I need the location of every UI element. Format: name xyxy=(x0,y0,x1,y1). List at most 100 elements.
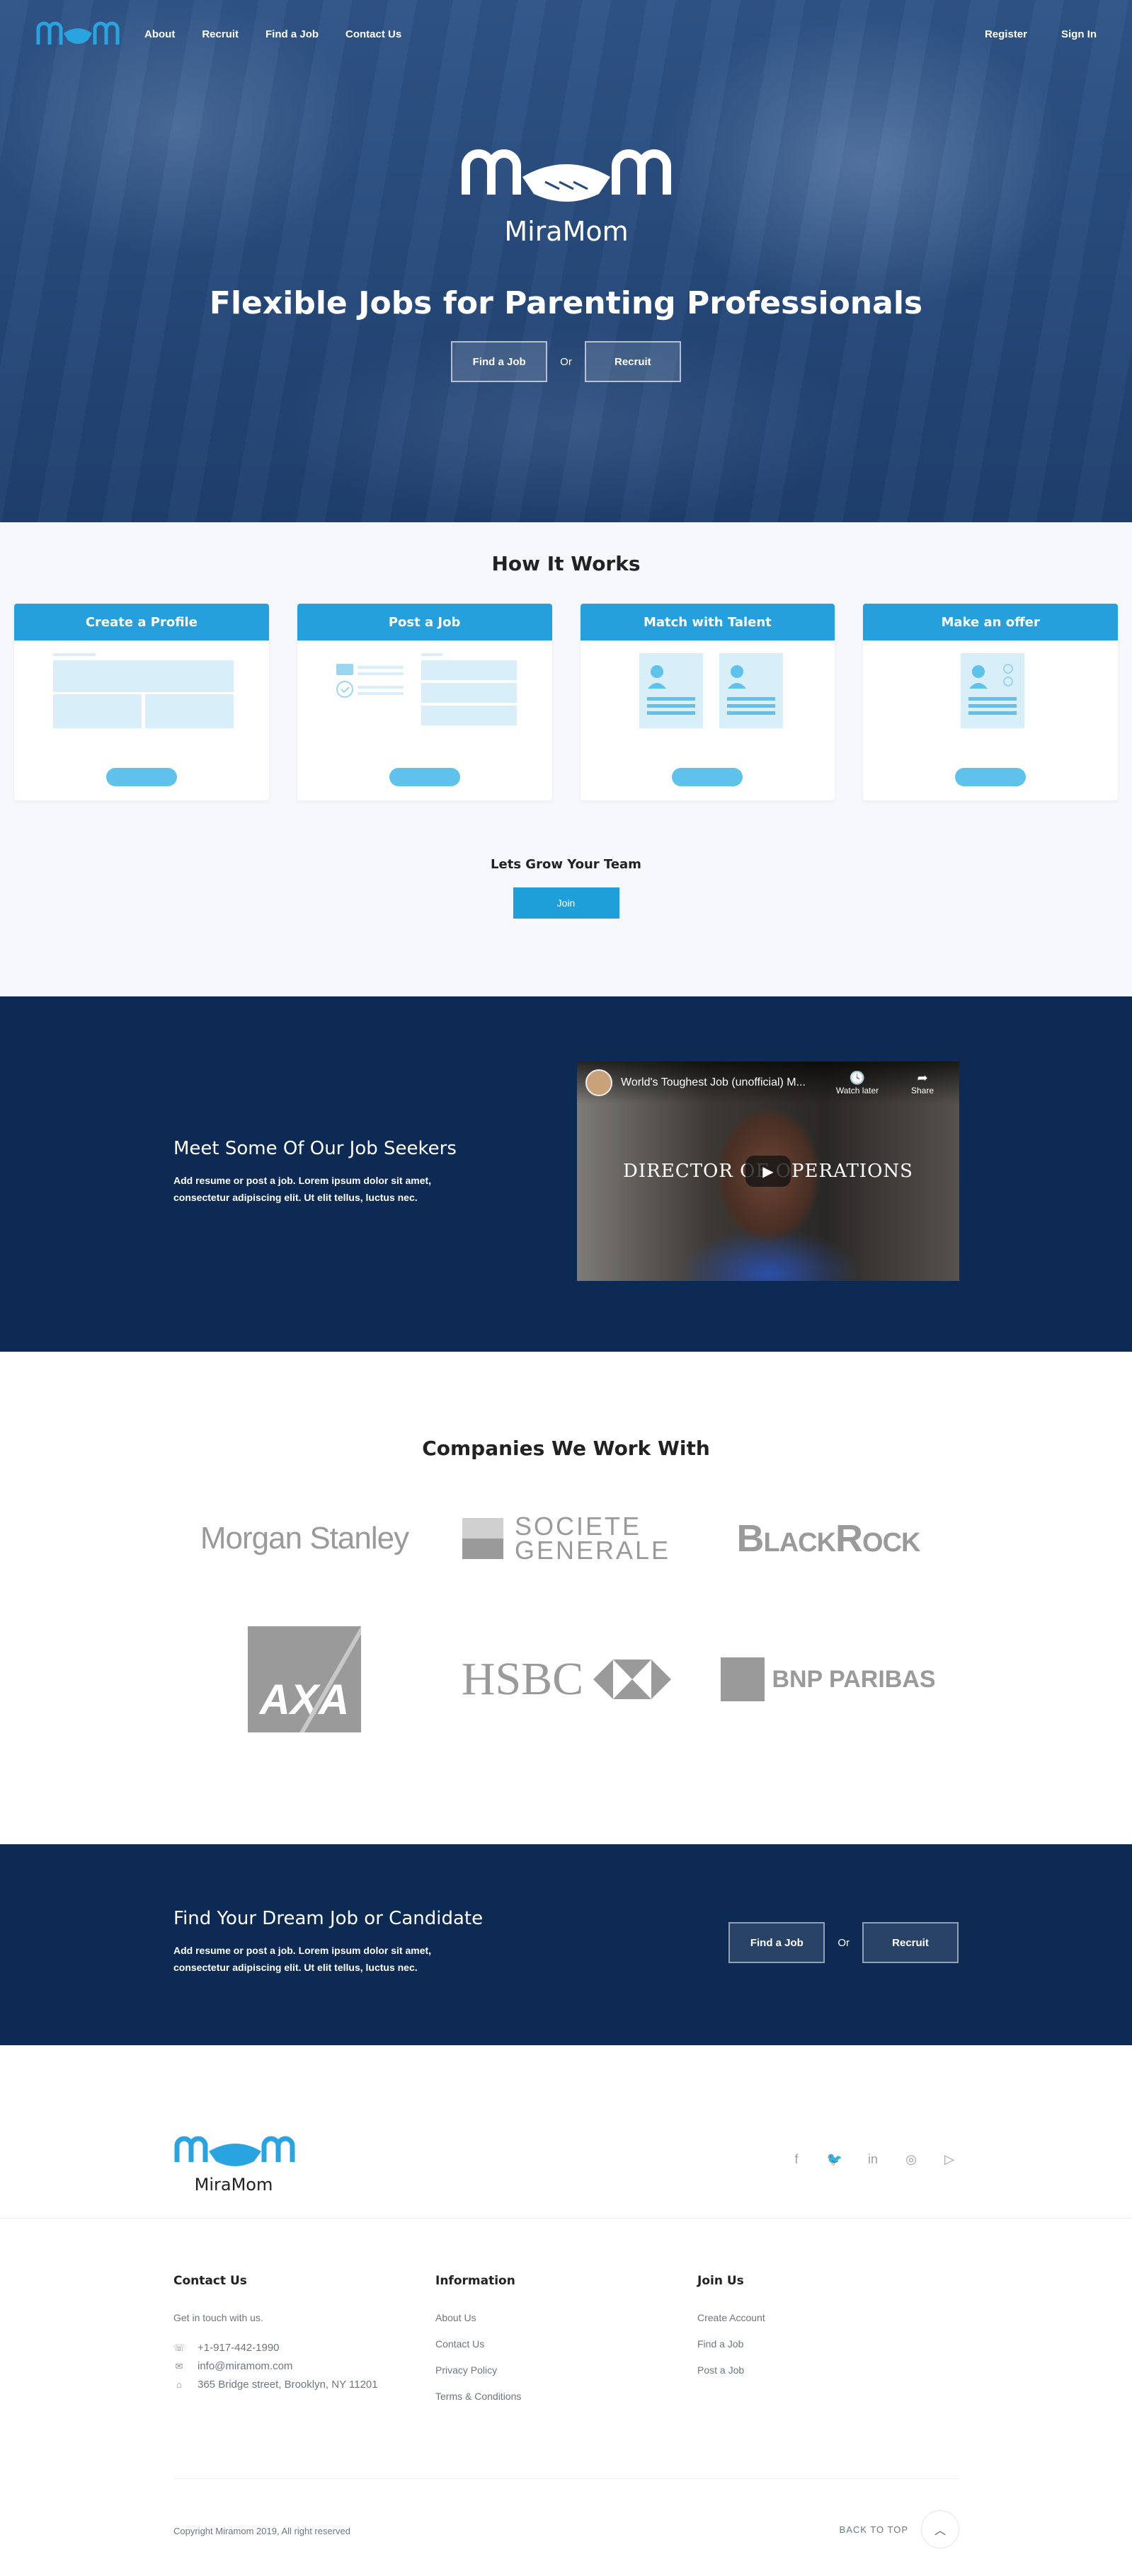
hero-find-job-button[interactable]: Find a Job xyxy=(451,341,548,382)
nav-link-contact-us[interactable]: Contact Us xyxy=(345,28,401,40)
job-seekers-section: Meet Some Of Our Job Seekers Add resume … xyxy=(0,996,1132,1352)
mail-icon: ✉ xyxy=(175,2360,183,2371)
join-button[interactable]: Join xyxy=(513,887,619,919)
company-logos: Morgan Stanley SOCIETE GENERALE BlackRoc… xyxy=(173,1514,959,1732)
footer-email[interactable]: ✉ info@miramom.com xyxy=(173,2360,435,2372)
page: About Recruit Find a Job Contact Us Regi… xyxy=(0,0,1132,2576)
miramom-logo-icon[interactable] xyxy=(35,16,120,52)
video-title[interactable]: World's Toughest Job (unofficial) M... xyxy=(621,1076,821,1089)
bnp-paribas-wordmark: BNP PARIBAS xyxy=(772,1665,936,1693)
grow-team-title: Lets Grow Your Team xyxy=(491,857,641,872)
instagram-icon[interactable]: ◎ xyxy=(902,2150,920,2168)
hsbc-logo: HSBC xyxy=(462,1652,672,1706)
candidate-profiles-illustration-icon xyxy=(639,653,783,728)
axa-logo: AXA xyxy=(248,1626,361,1732)
hero-buttons: Find a Job Or Recruit xyxy=(0,341,1132,382)
miramom-hero-logo-icon: MiraMom xyxy=(461,149,671,247)
step-card-pill xyxy=(955,768,1027,786)
share-button[interactable]: ➦ Share xyxy=(894,1071,951,1096)
footer-contact-subtitle: Get in touch with us. xyxy=(173,2312,263,2323)
footer-phone[interactable]: ☏ +1-917-442-1990 xyxy=(173,2342,435,2354)
footer-columns: Contact Us Get in touch with us. ☏ +1-91… xyxy=(173,2274,959,2417)
societe-generale-logo: SOCIETE GENERALE xyxy=(462,1514,670,1563)
how-it-works-section: How It Works Create a Profile Post a Job xyxy=(0,522,1132,996)
dream-job-description: Add resume or post a job. Lorem ipsum do… xyxy=(173,1945,432,1973)
watch-later-label: Watch later xyxy=(835,1085,879,1096)
copyright-text: Copyright Miramom 2019, All right reserv… xyxy=(173,2526,350,2536)
video-header: World's Toughest Job (unofficial) M... 🕓… xyxy=(577,1062,959,1104)
morgan-stanley-logo: Morgan Stanley xyxy=(200,1521,409,1556)
youtube-icon[interactable]: ▷ xyxy=(940,2150,959,2168)
step-card-title: Create a Profile xyxy=(14,604,269,640)
twitter-icon[interactable]: 🐦 xyxy=(825,2150,844,2168)
chevron-up-icon[interactable]: ︿ xyxy=(921,2510,959,2548)
offer-profile-illustration-icon xyxy=(961,653,1025,728)
dream-or-text: Or xyxy=(837,1936,850,1949)
step-card-pill xyxy=(672,768,743,786)
steps-cards: Create a Profile Post a Job Match with T… xyxy=(0,604,1132,800)
footer-join-column: Join Us Create Account Find a Job Post a… xyxy=(697,2274,959,2417)
hero-or-text: Or xyxy=(560,355,572,368)
facebook-icon[interactable]: f xyxy=(787,2150,806,2168)
footer-information-column: Information About Us Contact Us Privacy … xyxy=(435,2274,697,2417)
dream-find-job-button[interactable]: Find a Job xyxy=(728,1922,825,1963)
step-card-pill xyxy=(389,768,460,786)
linkedin-icon[interactable]: in xyxy=(864,2150,882,2168)
companies-section: Companies We Work With Morgan Stanley SO… xyxy=(0,1352,1132,1844)
footer-link-post-job[interactable]: Post a Job xyxy=(697,2364,959,2376)
bnp-paribas-logo: BNP PARIBAS xyxy=(721,1657,936,1701)
footer: MiraMom f 🐦 in ◎ ▷ Contact Us Get in tou… xyxy=(0,2045,1132,2548)
societe-generale-line1: SOCIETE xyxy=(514,1512,641,1541)
register-link[interactable]: Register xyxy=(985,28,1027,40)
watch-later-button[interactable]: 🕓 Watch later xyxy=(829,1071,886,1096)
footer-link-find-job[interactable]: Find a Job xyxy=(697,2338,959,2350)
step-card-title: Match with Talent xyxy=(580,604,835,640)
hero-brand-name: MiraMom xyxy=(504,216,628,247)
sign-in-link[interactable]: Sign In xyxy=(1061,28,1097,40)
clock-icon: 🕓 xyxy=(849,1070,866,1085)
step-card-title: Make an offer xyxy=(863,604,1118,640)
step-card-title: Post a Job xyxy=(297,604,552,640)
societe-generale-line2: GENERALE xyxy=(514,1536,671,1565)
step-card-post-job[interactable]: Post a Job xyxy=(297,604,552,800)
hsbc-hexagon-icon xyxy=(593,1660,672,1699)
hero-title: Flexible Jobs for Parenting Professional… xyxy=(209,285,923,321)
back-to-top[interactable]: BACK TO TOP ︿ xyxy=(840,2510,959,2548)
footer-link-create-account[interactable]: Create Account xyxy=(697,2312,959,2323)
blackrock-logo: BlackRock xyxy=(736,1517,921,1560)
companies-title: Companies We Work With xyxy=(422,1437,710,1460)
hero-recruit-button[interactable]: Recruit xyxy=(584,341,681,382)
bnp-stars-icon xyxy=(721,1657,765,1701)
job-seekers-description: Add resume or post a job. Lorem ipsum do… xyxy=(173,1175,432,1203)
footer-link-contact-us[interactable]: Contact Us xyxy=(435,2338,697,2350)
footer-link-terms[interactable]: Terms & Conditions xyxy=(435,2391,697,2402)
back-to-top-label[interactable]: BACK TO TOP xyxy=(840,2524,908,2535)
nav-link-find-a-job[interactable]: Find a Job xyxy=(265,28,319,40)
dream-recruit-button[interactable]: Recruit xyxy=(862,1922,959,1963)
hero-section: About Recruit Find a Job Contact Us Regi… xyxy=(0,0,1132,522)
top-nav: About Recruit Find a Job Contact Us Regi… xyxy=(0,0,1132,68)
channel-avatar[interactable] xyxy=(585,1069,612,1096)
nav-link-about[interactable]: About xyxy=(144,28,175,40)
step-card-match-talent[interactable]: Match with Talent xyxy=(580,604,835,800)
footer-information-title: Information xyxy=(435,2274,515,2288)
footer-miramom-logo-icon[interactable]: MiraMom xyxy=(173,2130,297,2197)
nav-links: About Recruit Find a Job Contact Us xyxy=(144,28,401,40)
social-links: f 🐦 in ◎ ▷ xyxy=(787,2150,959,2168)
dream-job-text: Find Your Dream Job or Candidate Add res… xyxy=(173,1908,485,1976)
footer-contact-column: Contact Us Get in touch with us. ☏ +1-91… xyxy=(173,2274,435,2417)
phone-icon: ☏ xyxy=(173,2342,185,2353)
job-post-illustration-icon xyxy=(336,653,517,725)
how-it-works-title: How It Works xyxy=(491,552,641,575)
footer-link-privacy-policy[interactable]: Privacy Policy xyxy=(435,2364,697,2376)
footer-link-about-us[interactable]: About Us xyxy=(435,2312,697,2323)
dream-job-section: Find Your Dream Job or Candidate Add res… xyxy=(0,1844,1132,2045)
nav-link-recruit[interactable]: Recruit xyxy=(202,28,239,40)
step-card-create-profile[interactable]: Create a Profile xyxy=(14,604,269,800)
step-card-pill xyxy=(105,768,177,786)
step-card-make-offer[interactable]: Make an offer xyxy=(863,604,1118,800)
play-button-icon[interactable]: ▶ xyxy=(745,1156,791,1187)
footer-email-text: info@miramom.com xyxy=(198,2360,293,2372)
auth-links: Register Sign In xyxy=(985,28,1097,40)
video-player[interactable]: World's Toughest Job (unofficial) M... 🕓… xyxy=(577,1062,959,1281)
